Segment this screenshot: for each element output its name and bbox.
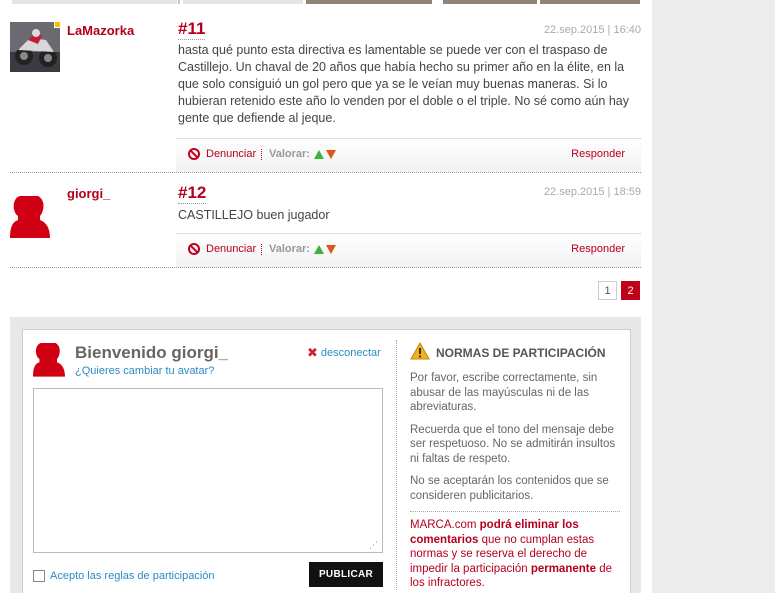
comments-page: LaMazorka #11 22.sep.2015 | 16:40 hasta … — [0, 0, 652, 593]
warning-icon — [410, 341, 430, 363]
comment-actions-bar: Denunciar Valorar: Responder — [176, 233, 641, 267]
page-button-2[interactable]: 2 — [621, 281, 640, 300]
report-link[interactable]: Denunciar — [188, 243, 256, 255]
rules-warning: MARCA.com podrá eliminar los comentarios… — [410, 511, 620, 591]
comment-date: 22.sep.2015 | 18:59 — [543, 186, 641, 198]
report-label: Denunciar — [206, 148, 257, 160]
accept-rules-label[interactable]: Acepto las reglas de participación — [50, 570, 214, 582]
accept-rules-checkbox[interactable] — [33, 570, 45, 582]
current-user-avatar[interactable] — [33, 340, 65, 381]
comment-number[interactable]: #12 — [178, 183, 207, 204]
rate-label: Valorar: — [269, 243, 310, 255]
change-avatar-link[interactable]: ¿Quieres cambiar tu avatar? — [75, 365, 214, 377]
rate-label: Valorar: — [269, 148, 310, 160]
comment-number[interactable]: #11 — [178, 19, 206, 40]
rate-control: Valorar: — [269, 148, 336, 160]
rule-text: Por favor, escribe correctamente, sin ab… — [410, 372, 598, 413]
vote-up-icon[interactable] — [313, 244, 324, 254]
report-link[interactable]: Denunciar — [188, 148, 256, 160]
top-tab-bar — [0, 0, 652, 5]
comment-username[interactable]: giorgi_ — [67, 186, 110, 201]
pagination: 1 2 — [598, 281, 640, 300]
disconnect-link[interactable]: ✖ desconectar — [307, 345, 381, 361]
report-label: Denunciar — [206, 243, 257, 255]
rules-heading: NORMAS DE PARTICIPACIÓN — [410, 341, 620, 363]
rules-divider — [396, 340, 397, 590]
reply-link[interactable]: Responder — [571, 243, 625, 255]
top-tab[interactable] — [306, 0, 432, 4]
resize-grip-icon[interactable]: ⋰ — [369, 540, 378, 551]
comment-form-box: Bienvenido giorgi_ ¿Quieres cambiar tu a… — [22, 329, 631, 593]
prohibited-icon — [188, 148, 200, 160]
prohibited-icon — [188, 243, 200, 255]
disconnect-x-icon: ✖ — [307, 345, 318, 360]
online-badge — [54, 21, 61, 28]
user-avatar[interactable] — [10, 21, 61, 72]
top-tab[interactable] — [12, 0, 177, 4]
comment-actions-bar: Denunciar Valorar: Responder — [176, 138, 641, 172]
comment-divider — [10, 267, 641, 268]
comment-text: hasta qué punto esta directiva es lament… — [178, 43, 629, 125]
publish-button[interactable]: PUBLICAR — [309, 562, 383, 587]
comment-divider — [10, 172, 641, 173]
vote-down-icon[interactable] — [325, 244, 336, 254]
top-tab[interactable] — [183, 0, 303, 4]
participation-rules: NORMAS DE PARTICIPACIÓN Por favor, escri… — [410, 341, 620, 591]
comment-item: giorgi_ #12 22.sep.2015 | 18:59 CASTILLE… — [10, 183, 641, 267]
disconnect-label: desconectar — [320, 347, 381, 359]
welcome-title: Bienvenido giorgi_ — [75, 343, 229, 362]
rule-text: Recuerda que el tono del mensaje debe se… — [410, 423, 616, 465]
comment-item: LaMazorka #11 22.sep.2015 | 16:40 hasta … — [10, 19, 641, 172]
vote-down-icon[interactable] — [325, 149, 336, 159]
rules-title: NORMAS DE PARTICIPACIÓN — [436, 345, 606, 360]
rule-text: No se aceptarán los contenidos que se co… — [410, 475, 609, 502]
top-tab[interactable] — [443, 0, 537, 4]
top-tab[interactable] — [540, 0, 640, 4]
comment-username[interactable]: LaMazorka — [67, 23, 134, 38]
comment-text: CASTILLEJO buen jugador — [178, 208, 330, 222]
rate-control: Valorar: — [269, 243, 336, 255]
comment-textarea[interactable] — [33, 388, 383, 553]
page-button-1[interactable]: 1 — [598, 281, 617, 300]
comment-form-area: Bienvenido giorgi_ ¿Quieres cambiar tu a… — [10, 317, 641, 593]
accept-rules[interactable]: Acepto las reglas de participación — [33, 570, 214, 582]
vote-up-icon[interactable] — [313, 149, 324, 159]
comment-date: 22.sep.2015 | 16:40 — [543, 24, 641, 36]
reply-link[interactable]: Responder — [571, 148, 625, 160]
user-avatar[interactable] — [10, 194, 60, 244]
